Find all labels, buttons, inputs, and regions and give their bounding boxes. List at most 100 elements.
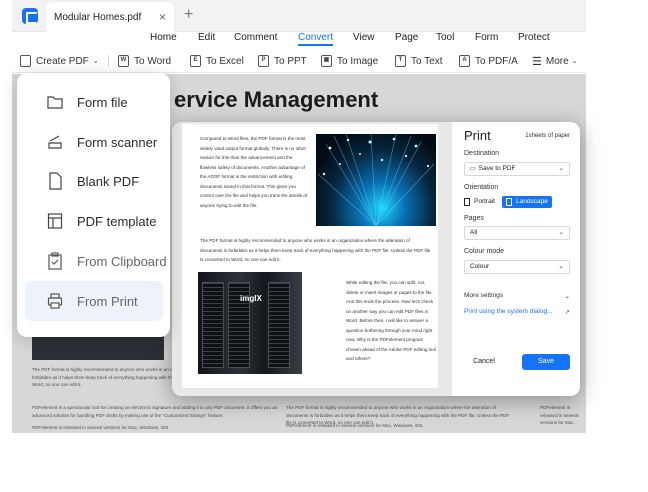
menu-protect[interactable]: Protect: [518, 32, 550, 43]
to-pdfa-button[interactable]: A To PDF/A: [459, 53, 518, 69]
page-title: ervice Management: [174, 87, 379, 112]
pages-label: Pages: [464, 215, 484, 222]
print-title: Print: [464, 128, 491, 143]
to-ppt-button[interactable]: P To PPT: [258, 53, 307, 69]
ppt-icon: P: [258, 55, 269, 67]
chevron-down-icon: ⌄: [558, 229, 564, 236]
dropdown-label: From Clipboard: [77, 254, 167, 269]
menu-form[interactable]: Form: [475, 32, 498, 43]
to-word-button[interactable]: W To Word: [118, 53, 171, 69]
server-rack: [268, 282, 290, 368]
dropdown-label: Form scanner: [77, 135, 158, 150]
close-icon[interactable]: ×: [159, 10, 166, 24]
dropdown-item-pdf-template[interactable]: PDF template: [25, 201, 163, 241]
dropdown-label: From Print: [77, 294, 138, 309]
folder-icon: [47, 96, 63, 109]
document-paragraph: PDFelement is released in several versio…: [540, 405, 579, 428]
document-tab[interactable]: Modular Homes.pdf ×: [46, 2, 174, 32]
system-dialog-link[interactable]: Print using the system dialog... ↗: [464, 308, 570, 316]
to-text-button[interactable]: T To Text: [395, 53, 443, 69]
document-paragraph: PDFelement is released in several versio…: [32, 425, 170, 430]
printer-icon: [47, 293, 63, 309]
to-image-button[interactable]: ▣ To Image: [321, 53, 378, 69]
template-icon: [47, 213, 63, 229]
toolbar-divider: [108, 55, 109, 67]
fiber-optic-image: [316, 134, 436, 226]
menu-home[interactable]: Home: [150, 32, 177, 43]
landscape-option[interactable]: Landscape: [502, 196, 552, 208]
create-pdf-icon: [20, 55, 31, 67]
main-menu: Home Edit Comment Convert View Page Tool…: [12, 32, 586, 46]
create-pdf-label: Create PDF: [36, 55, 89, 67]
menu-tool[interactable]: Tool: [436, 32, 454, 43]
tab-bar: Modular Homes.pdf × +: [12, 0, 586, 32]
create-pdf-button[interactable]: Create PDF ⌄: [20, 53, 99, 69]
menu-page[interactable]: Page: [395, 32, 418, 43]
colour-mode-value: Colour: [470, 263, 490, 270]
landscape-icon: [506, 198, 512, 206]
preview-text-column: While editing the file, you can split, c…: [346, 280, 436, 361]
dropdown-item-form-scanner[interactable]: Form scanner: [25, 122, 163, 162]
chevron-down-icon: ⌄: [558, 263, 564, 270]
print-dialog: Compared to Word files, the PDF format i…: [172, 122, 580, 396]
excel-icon: E: [190, 55, 201, 67]
dropdown-item-blank-pdf[interactable]: Blank PDF: [25, 161, 163, 201]
to-image-label: To Image: [337, 55, 379, 67]
sheet-count: 1sheets of paper: [525, 133, 570, 139]
to-excel-label: To Excel: [206, 55, 244, 67]
blank-page-icon: [49, 172, 62, 190]
colour-mode-select[interactable]: Colour ⌄: [464, 260, 570, 274]
print-preview: Compared to Word files, the PDF format i…: [172, 122, 452, 396]
image-watermark: imgIX: [240, 294, 262, 303]
more-settings-label: More settings: [464, 292, 504, 299]
to-excel-button[interactable]: E To Excel: [190, 53, 244, 69]
portrait-option[interactable]: Portrait: [460, 196, 499, 208]
clipboard-icon: [48, 252, 62, 270]
external-link-icon: ↗: [564, 309, 570, 316]
document-paragraph: PDFelement is released in several versio…: [286, 423, 424, 428]
dropdown-label: Form file: [77, 95, 128, 110]
cancel-button[interactable]: Cancel: [460, 354, 508, 370]
dropdown-item-form-file[interactable]: Form file: [25, 82, 163, 122]
colour-mode-label: Colour mode: [464, 248, 505, 255]
printer-small-icon: ▭: [470, 166, 476, 172]
chevron-down-icon: ⌄: [558, 165, 564, 172]
menu-convert[interactable]: Convert: [298, 32, 334, 46]
to-word-label: To Word: [134, 55, 172, 67]
chevron-down-icon: ⌄: [564, 293, 570, 300]
menu-view[interactable]: View: [353, 32, 375, 43]
more-lines-icon: ☰: [532, 55, 542, 68]
document-tab-title: Modular Homes.pdf: [54, 12, 142, 23]
dropdown-label: Blank PDF: [77, 174, 140, 189]
app-logo-icon: [22, 8, 38, 24]
create-pdf-dropdown: Form file Form scanner Blank PDF PDF tem…: [17, 73, 170, 337]
dropdown-item-from-clipboard[interactable]: From Clipboard: [25, 241, 167, 281]
system-dialog-label: Print using the system dialog...: [464, 308, 553, 315]
dropdown-label: PDF template: [77, 214, 157, 229]
menu-comment[interactable]: Comment: [234, 32, 277, 43]
dropdown-item-from-print[interactable]: From Print: [25, 281, 163, 321]
portrait-icon: [464, 198, 470, 206]
orientation-label: Orientation: [464, 184, 499, 191]
more-button[interactable]: ☰ More ⌄: [532, 53, 578, 69]
pdfa-icon: A: [459, 55, 470, 67]
save-button[interactable]: Save: [522, 354, 570, 370]
preview-text-full: The PDF format is highly recommended to …: [200, 238, 431, 262]
document-paragraph: PDFelement is a spectacular tool for cre…: [32, 405, 278, 418]
print-settings-panel: Print 1sheets of paper Destination ▭ Save…: [454, 122, 580, 396]
more-settings-toggle[interactable]: More settings ⌄: [464, 292, 570, 300]
pages-select[interactable]: All ⌄: [464, 226, 570, 240]
destination-value: Save to PDF: [478, 165, 516, 172]
image-icon: ▣: [321, 55, 332, 67]
destination-select[interactable]: ▭ Save to PDF ⌄: [464, 162, 570, 176]
landscape-label: Landscape: [516, 198, 548, 205]
destination-label: Destination: [464, 150, 500, 157]
more-label: More: [545, 55, 569, 67]
to-text-label: To Text: [411, 55, 443, 67]
server-room-image: imgIX: [198, 272, 302, 374]
preview-text-column: Compared to Word files, the PDF format i…: [200, 136, 308, 208]
new-tab-icon[interactable]: +: [184, 6, 193, 24]
to-pdfa-label: To PDF/A: [475, 55, 518, 67]
server-rack: [202, 282, 224, 368]
menu-edit[interactable]: Edit: [198, 32, 215, 43]
